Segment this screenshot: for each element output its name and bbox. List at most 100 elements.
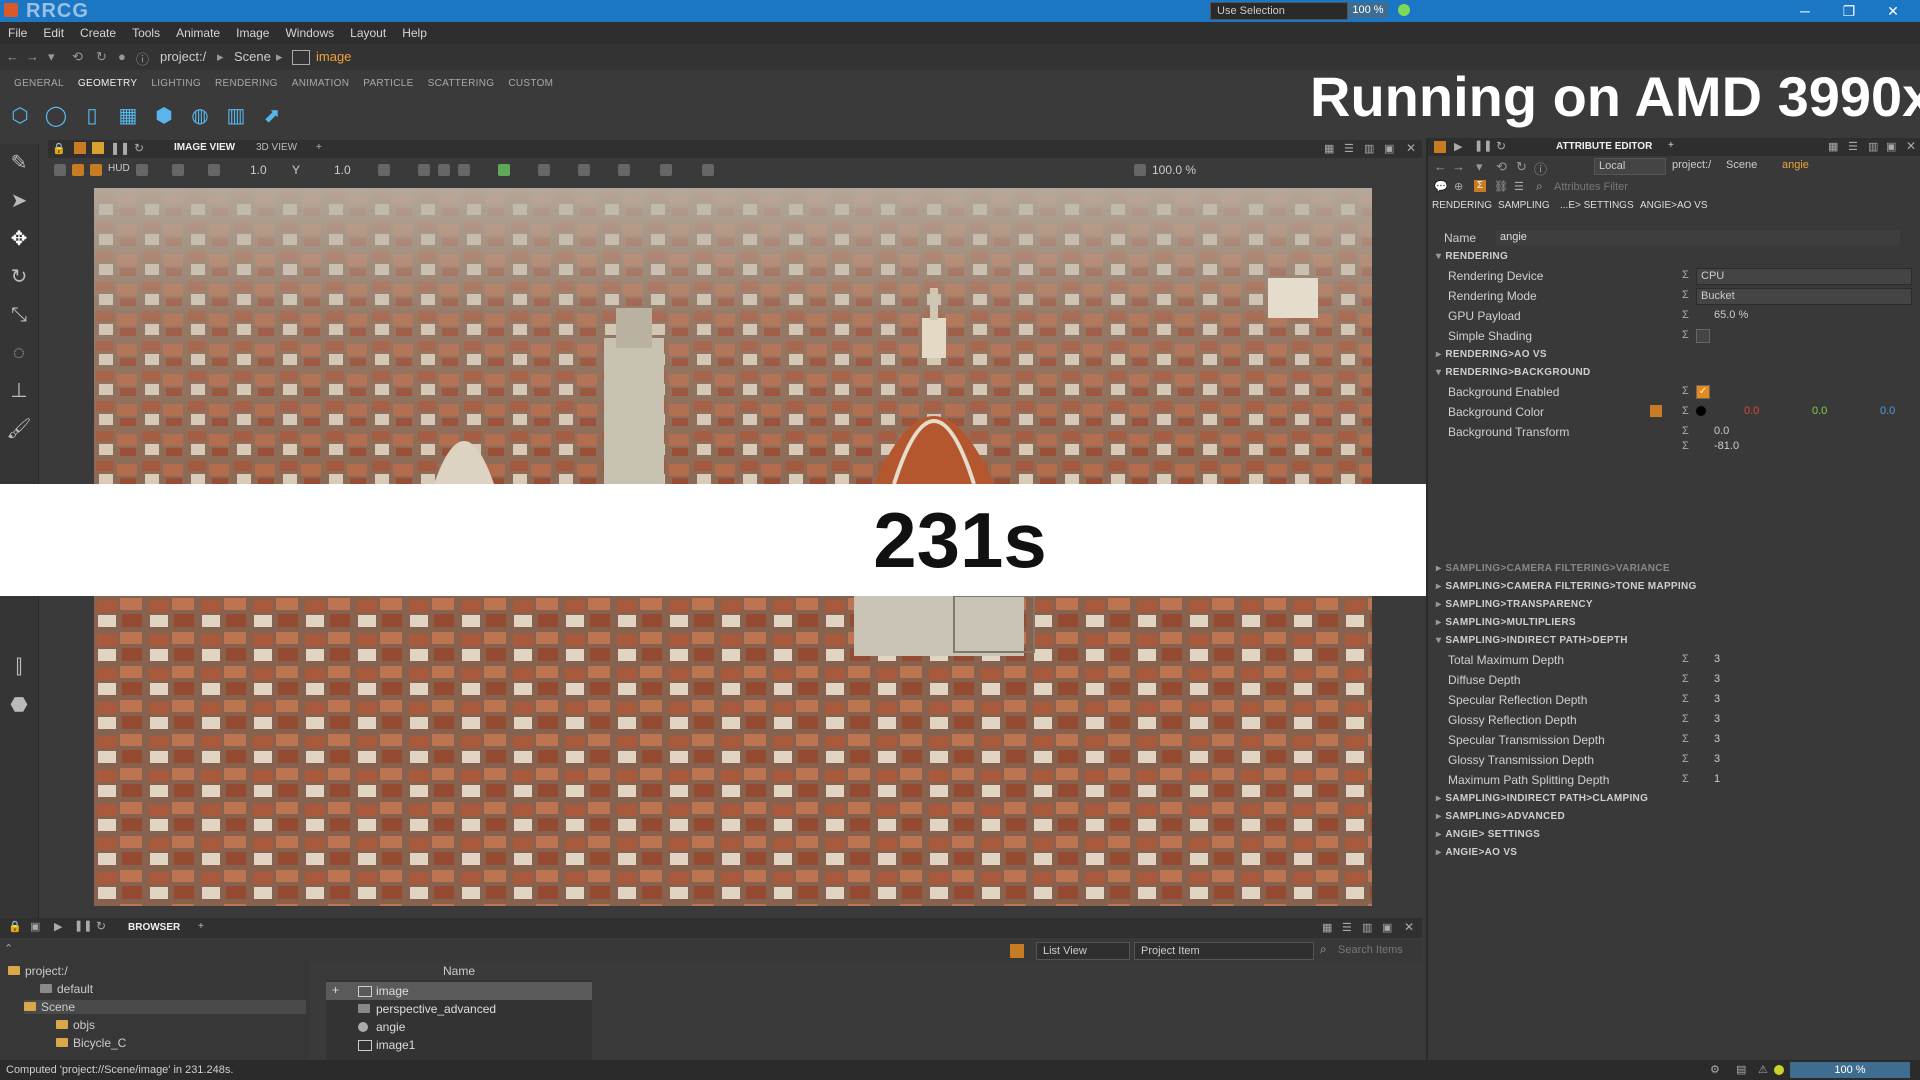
- crop-icon[interactable]: [702, 164, 714, 176]
- close-panel-icon[interactable]: ✕: [1906, 139, 1916, 153]
- paint-brush-icon[interactable]: 🖌: [0, 410, 38, 448]
- grid-cylinder-icon[interactable]: ▥: [222, 102, 250, 130]
- box-icon[interactable]: ⬡: [6, 102, 34, 130]
- section-variance[interactable]: ▸ SAMPLING>CAMERA FILTERING>VARIANCE: [1428, 560, 1920, 578]
- stop-icon[interactable]: ▣: [30, 920, 40, 933]
- pause-icon[interactable]: ❚❚: [74, 919, 92, 932]
- background-color-g[interactable]: 0.0: [1812, 405, 1827, 417]
- settings-gear-icon[interactable]: ⚙: [1710, 1063, 1720, 1076]
- tab-sampling[interactable]: SAMPLING: [1498, 200, 1550, 211]
- lock-icon[interactable]: [1434, 141, 1446, 153]
- close-panel-icon[interactable]: ✕: [1406, 141, 1416, 155]
- depth-value[interactable]: 3: [1714, 673, 1720, 685]
- menu-file[interactable]: File: [8, 26, 27, 40]
- close-button[interactable]: ✕: [1878, 2, 1908, 20]
- visibility-icon[interactable]: [1134, 164, 1146, 176]
- layout-split-icon[interactable]: ▥: [1362, 921, 1372, 934]
- tab-browser[interactable]: BROWSER: [128, 922, 180, 933]
- simple-shading-checkbox[interactable]: [1696, 329, 1710, 343]
- restore-button[interactable]: ❐: [1834, 2, 1864, 20]
- minimize-button[interactable]: ─: [1790, 2, 1820, 20]
- select-arrow-icon[interactable]: ➤: [0, 182, 38, 220]
- link-icon[interactable]: ⛓: [1494, 180, 1508, 193]
- play-icon[interactable]: ▶: [54, 920, 62, 933]
- play-render-icon[interactable]: [92, 142, 104, 154]
- exposure-value[interactable]: 1.0: [250, 163, 267, 177]
- shelf-tab-custom[interactable]: CUSTOM: [508, 78, 553, 96]
- layout-split-icon[interactable]: ▥: [1364, 142, 1374, 155]
- texture-link-icon[interactable]: [1650, 405, 1662, 417]
- space-dropdown[interactable]: Local: [1594, 158, 1666, 175]
- shelf-tab-scattering[interactable]: SCATTERING: [428, 78, 495, 96]
- section-multipliers[interactable]: ▸ SAMPLING>MULTIPLIERS: [1428, 614, 1920, 632]
- attr-breadcrumb-scene[interactable]: Scene: [1726, 159, 1757, 171]
- scatter-arrow-icon[interactable]: ⬈: [258, 102, 286, 130]
- refresh-render-icon[interactable]: ↻: [134, 141, 144, 155]
- tab-settings[interactable]: ...E> SETTINGS: [1560, 200, 1634, 211]
- cylinder-icon[interactable]: ▯: [78, 102, 106, 130]
- sphere-icon[interactable]: ◯: [42, 102, 70, 130]
- depth-value[interactable]: 3: [1714, 713, 1720, 725]
- close-panel-icon[interactable]: ✕: [1404, 920, 1414, 934]
- zoom-field[interactable]: 100 %: [1348, 2, 1388, 18]
- menu-create[interactable]: Create: [80, 26, 116, 40]
- menu-image[interactable]: Image: [236, 26, 269, 40]
- pin-icon[interactable]: ⊕: [1454, 180, 1463, 193]
- forward-arrow-icon[interactable]: →: [26, 49, 39, 64]
- tree-node-default[interactable]: default: [40, 982, 93, 996]
- layout-grid-icon[interactable]: ▦: [1322, 921, 1332, 934]
- forward-arrow-icon[interactable]: →: [1452, 159, 1465, 174]
- tree-node-project[interactable]: project:/: [8, 964, 68, 978]
- depth-value[interactable]: 3: [1714, 693, 1720, 705]
- list-item[interactable]: + image: [326, 982, 592, 1000]
- section-angie-settings[interactable]: ▸ ANGIE> SETTINGS: [1428, 826, 1920, 844]
- plane-grid-icon[interactable]: ▦: [114, 102, 142, 130]
- lock-icon[interactable]: ●: [118, 49, 126, 64]
- gpu-payload-value[interactable]: 65.0 %: [1714, 309, 1748, 321]
- layout-grid-icon[interactable]: ▦: [1828, 140, 1838, 153]
- overlay-icon[interactable]: [618, 164, 630, 176]
- menu-tools[interactable]: Tools: [132, 26, 160, 40]
- section-angie-ao-vs[interactable]: ▸ ANGIE>AO VS: [1428, 844, 1920, 862]
- save-icon[interactable]: ▤: [1736, 1063, 1746, 1076]
- sync-icon[interactable]: ↻: [96, 49, 107, 65]
- tree-node-scene[interactable]: Scene: [24, 1000, 306, 1014]
- layout-grid-icon[interactable]: ▦: [1324, 142, 1334, 155]
- depth-value[interactable]: 1: [1714, 773, 1720, 785]
- display-icon[interactable]: [136, 164, 148, 176]
- channels-icon[interactable]: [378, 164, 390, 176]
- layout-split-icon[interactable]: ▥: [1868, 140, 1878, 153]
- play-icon[interactable]: ▶: [1454, 140, 1462, 153]
- color-swatch[interactable]: [1696, 406, 1706, 416]
- sync-icon[interactable]: ↻: [1516, 159, 1527, 175]
- lpe-icon[interactable]: [498, 164, 510, 176]
- gamma-value[interactable]: 1.0: [334, 163, 351, 177]
- measure-icon[interactable]: ⫿: [0, 648, 38, 686]
- sigma-filter-icon[interactable]: Σ: [1474, 180, 1486, 192]
- attr-breadcrumb-item[interactable]: angie: [1782, 159, 1809, 171]
- menu-edit[interactable]: Edit: [43, 26, 64, 40]
- menu-help[interactable]: Help: [402, 26, 427, 40]
- transform-gizmo-icon[interactable]: ◌: [0, 334, 38, 372]
- sample-icon[interactable]: [538, 164, 550, 176]
- back-arrow-icon[interactable]: ←: [1434, 159, 1447, 174]
- add-tab-button[interactable]: +: [1668, 140, 1674, 151]
- history-icon[interactable]: [438, 164, 450, 176]
- background-enabled-checkbox[interactable]: ✓: [1696, 385, 1710, 399]
- section-transparency[interactable]: ▸ SAMPLING>TRANSPARENCY: [1428, 596, 1920, 614]
- move-icon[interactable]: ✥: [0, 220, 38, 258]
- maximize-panel-icon[interactable]: ▣: [1384, 142, 1394, 155]
- search-items-input[interactable]: Search Items: [1338, 944, 1403, 956]
- add-tab-button[interactable]: +: [316, 142, 322, 153]
- tab-image-view[interactable]: IMAGE VIEW: [174, 142, 235, 153]
- section-rendering[interactable]: ▾ RENDERING: [1428, 248, 1920, 266]
- section-ao-vs[interactable]: ▸ RENDERING>AO VS: [1428, 346, 1920, 364]
- shelf-tab-geometry[interactable]: GEOMETRY: [78, 78, 137, 96]
- menu-layout[interactable]: Layout: [350, 26, 386, 40]
- layout-rows-icon[interactable]: ☰: [1344, 142, 1354, 155]
- add-tab-button[interactable]: +: [198, 921, 204, 932]
- maximize-panel-icon[interactable]: ▣: [1382, 921, 1392, 934]
- stamp-icon[interactable]: ⊥: [0, 372, 38, 410]
- compare-icon[interactable]: [458, 164, 470, 176]
- refresh-icon[interactable]: ↻: [1496, 139, 1506, 153]
